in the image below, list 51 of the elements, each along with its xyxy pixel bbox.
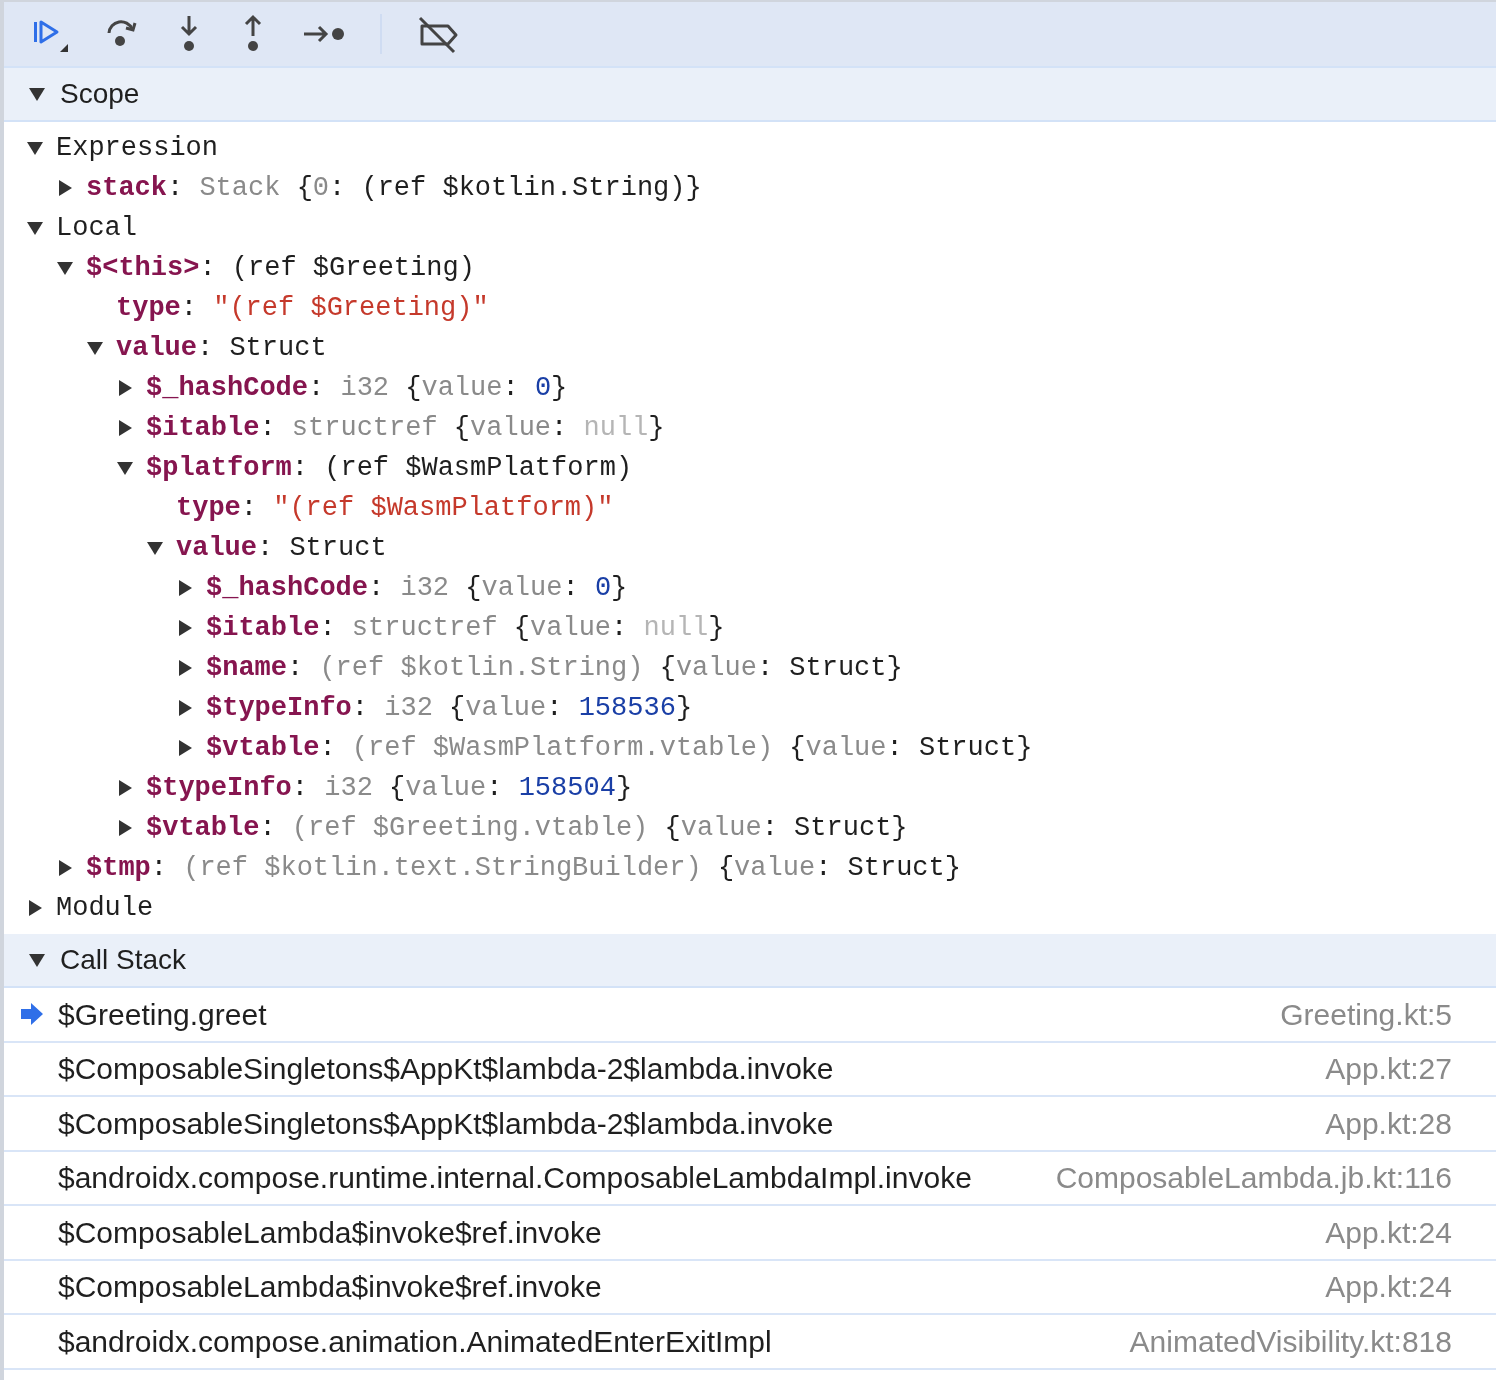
expanded-triangle-icon[interactable]	[86, 339, 104, 357]
collapsed-triangle-icon[interactable]	[116, 379, 134, 397]
section-header[interactable]: Scope	[4, 68, 1496, 122]
function-name: $Greeting.greet	[58, 996, 267, 1033]
function-name: $ComposableSingletons$AppKt$lambda-2$lambda.invoke	[58, 1105, 834, 1142]
expanded-triangle-icon[interactable]	[56, 259, 74, 277]
function-name: $androidx.compose.animation.AnimatedEnterExitImpl	[58, 1323, 772, 1360]
collapsed-triangle-icon[interactable]	[26, 899, 44, 917]
collapsed-triangle-icon[interactable]	[176, 699, 194, 717]
deactivate-breakpoints-icon[interactable]	[416, 14, 460, 54]
property-entry: $_hashCode: i32 {value: 0}	[146, 371, 568, 405]
collapsed-triangle-icon[interactable]	[116, 819, 134, 837]
collapsed-triangle-icon[interactable]	[176, 739, 194, 757]
collapsed-triangle-icon[interactable]	[116, 779, 134, 797]
property-entry: $platform: (ref $WasmPlatform)	[146, 451, 633, 485]
property-entry: $typeInfo: i32 {value: 158504}	[146, 771, 633, 805]
function-name: $androidx.compose.runtime.internal.ComposableLambdaImpl.invoke	[58, 1160, 972, 1197]
expanded-triangle-icon[interactable]	[146, 539, 164, 557]
collapsed-triangle-icon[interactable]	[116, 419, 134, 437]
property-entry: value: Struct	[116, 331, 327, 365]
current-frame-arrow-icon	[20, 1002, 44, 1027]
expanded-triangle-icon[interactable]	[26, 139, 44, 157]
property-entry: $vtable: (ref $Greeting.vtable) {value: Struct}	[146, 811, 908, 845]
property-entry: $typeInfo: i32 {value: 158536}	[206, 691, 693, 725]
collapsed-triangle-icon[interactable]	[176, 579, 194, 597]
expanded-triangle-icon[interactable]	[26, 219, 44, 237]
expanded-triangle-icon[interactable]	[28, 951, 46, 969]
collapsed-triangle-icon[interactable]	[176, 619, 194, 637]
expanded-triangle-icon[interactable]	[116, 459, 134, 477]
property-entry: $tmp: (ref $kotlin.text.StringBuilder) {value: Struct}	[86, 851, 961, 885]
expanded-triangle-icon[interactable]	[28, 85, 46, 103]
property-entry: $vtable: (ref $WasmPlatform.vtable) {value: Struct}	[206, 731, 1033, 765]
collapsed-triangle-icon[interactable]	[56, 859, 74, 877]
property-entry: type: "(ref $Greeting)"	[116, 291, 489, 325]
function-name: $ComposableLambda$invoke$ref.invoke	[58, 1214, 602, 1251]
property-entry: $_hashCode: i32 {value: 0}	[206, 571, 628, 605]
property-entry: $<this>: (ref $Greeting)	[86, 251, 475, 285]
scope-section-label[interactable]: Local	[56, 207, 137, 249]
scope-section-label[interactable]: Module	[56, 887, 154, 929]
collapsed-triangle-icon[interactable]	[176, 659, 194, 677]
property-entry: type: "(ref $WasmPlatform)"	[176, 491, 614, 525]
function-name: $ComposableLambda$invoke$ref.invoke	[58, 1269, 602, 1306]
property-entry: $itable: structref {value: null}	[146, 411, 665, 445]
section-header[interactable]: Call Stack	[4, 934, 1496, 988]
collapsed-triangle-icon[interactable]	[56, 179, 74, 197]
scope-section-label[interactable]: Expression	[56, 127, 219, 169]
property-entry: $itable: structref {value: null}	[206, 611, 725, 645]
property-entry: stack: Stack {0: (ref $kotlin.String)}	[86, 171, 702, 205]
property-entry: $name: (ref $kotlin.String) {value: Struct}	[206, 651, 903, 685]
property-entry: value: Struct	[176, 531, 387, 565]
function-name: $ComposableSingletons$AppKt$lambda-2$lambda.invoke	[58, 1051, 834, 1088]
